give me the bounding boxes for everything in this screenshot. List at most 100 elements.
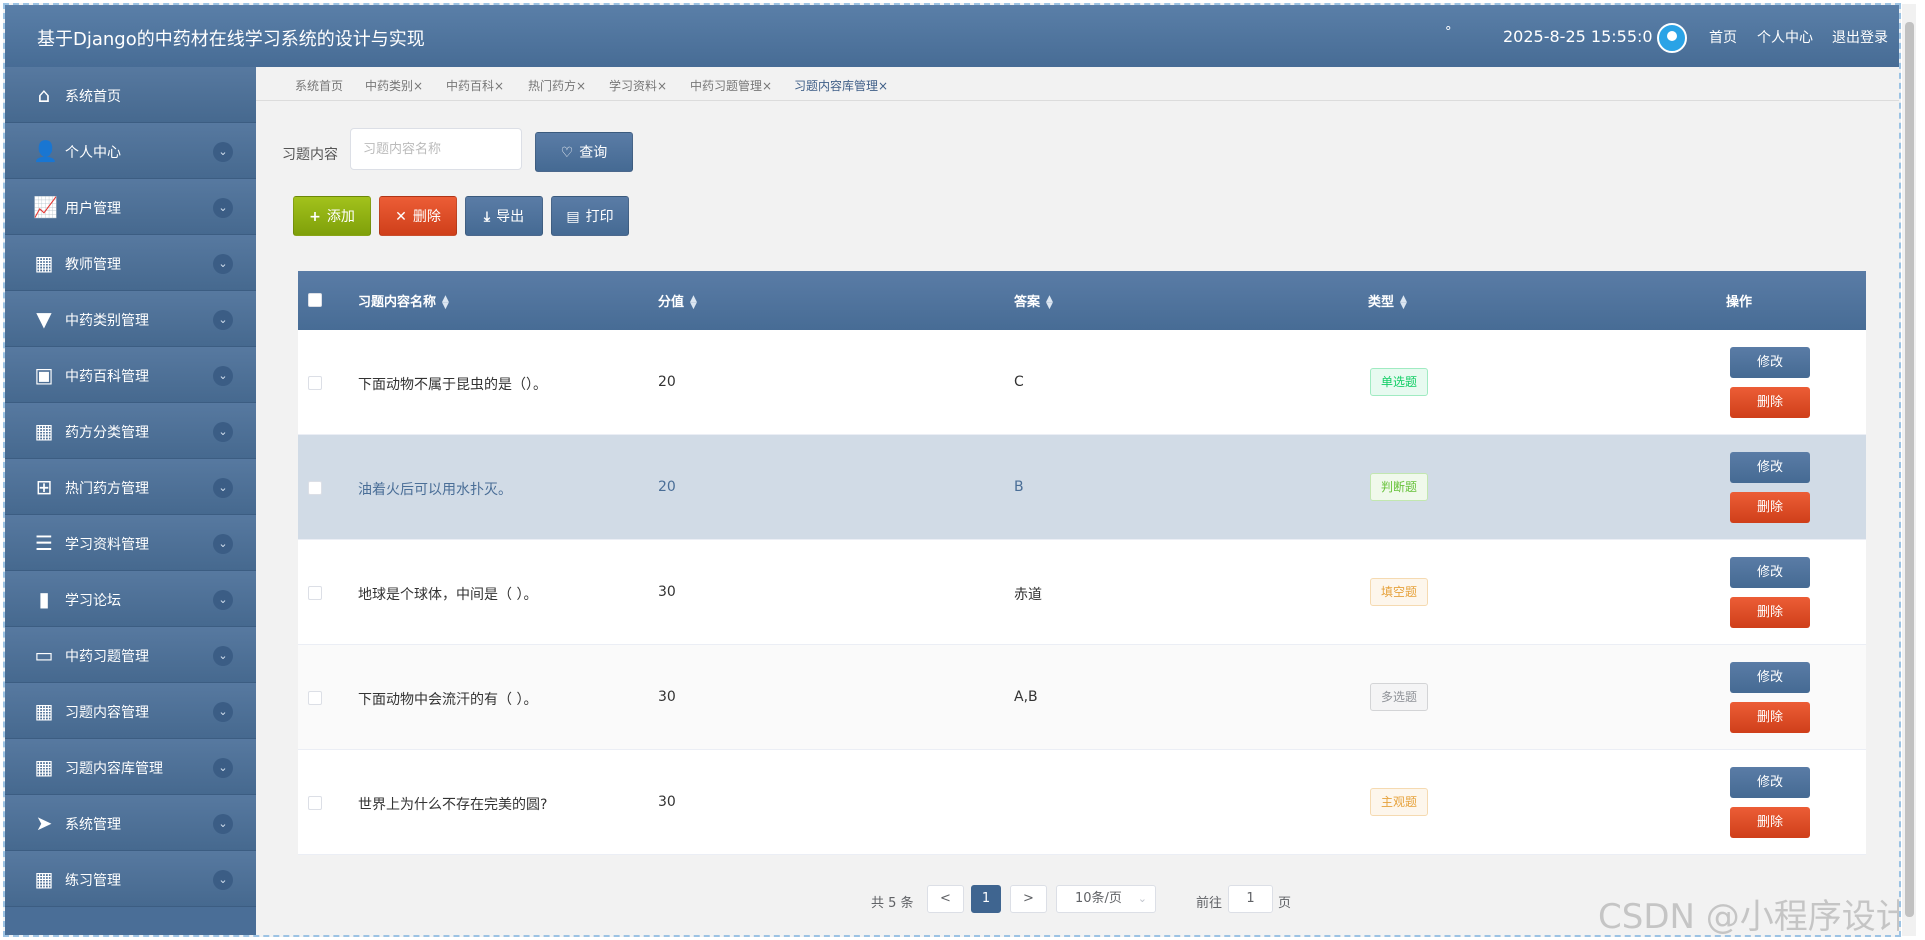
sidebar-item[interactable]: ▦ 习题内容库管理 ⌄: [5, 739, 256, 795]
edit-button[interactable]: 修改: [1730, 767, 1810, 798]
app-title: 基于Django的中药材在线学习系统的设计与实现: [37, 29, 425, 50]
delete-button[interactable]: ✕ 删除: [379, 196, 457, 236]
prev-page-button[interactable]: <: [927, 885, 964, 913]
goto-page-input[interactable]: 1: [1228, 885, 1273, 913]
row-checkbox[interactable]: [308, 481, 322, 495]
cell-name: 地球是个球体，中间是（ ）。: [358, 587, 538, 603]
row-delete-button[interactable]: 删除: [1730, 597, 1810, 628]
chevron-down-icon[interactable]: ⌄: [213, 646, 233, 666]
tab[interactable]: 学习资料×: [609, 77, 667, 94]
avatar[interactable]: [1657, 23, 1687, 53]
bar-chart-icon: ▮: [38, 587, 50, 611]
sort-icon[interactable]: ▲ ▼: [1046, 294, 1053, 310]
chevron-down-icon[interactable]: ⌄: [213, 758, 233, 778]
add-label: 添加: [326, 209, 355, 225]
close-icon[interactable]: ×: [657, 79, 667, 93]
sort-icon[interactable]: ▲ ▼: [1400, 294, 1407, 310]
export-button[interactable]: ⤓ 导出: [465, 196, 543, 236]
add-button[interactable]: + 添加: [293, 196, 371, 236]
row-delete-button[interactable]: 删除: [1730, 807, 1810, 838]
close-icon[interactable]: ×: [494, 79, 504, 93]
row-delete-button[interactable]: 删除: [1730, 387, 1810, 418]
sidebar-item[interactable]: ▦ 习题内容管理 ⌄: [5, 683, 256, 739]
sidebar-item[interactable]: ⌂ 系统首页: [5, 67, 256, 123]
tab[interactable]: 热门药方×: [528, 77, 586, 94]
sidebar-item[interactable]: ⊞ 热门药方管理 ⌄: [5, 459, 256, 515]
column-header-answer[interactable]: 答案 ▲ ▼: [1014, 291, 1053, 310]
profile-link[interactable]: 个人中心: [1757, 27, 1813, 47]
tab[interactable]: 中药百科×: [446, 77, 504, 94]
tab[interactable]: 系统首页: [295, 77, 343, 94]
row-checkbox[interactable]: [308, 376, 322, 390]
chevron-down-icon[interactable]: ⌄: [213, 870, 233, 890]
search-label: 习题内容: [282, 147, 338, 163]
sidebar-item[interactable]: ▦ 练习管理 ⌄: [5, 851, 256, 907]
query-button[interactable]: ♡ 查询: [535, 132, 633, 172]
close-icon[interactable]: ×: [762, 79, 772, 93]
chevron-down-icon[interactable]: ⌄: [213, 366, 233, 386]
sort-icon[interactable]: ▲ ▼: [690, 294, 697, 310]
sidebar-item-label: 习题内容管理: [65, 705, 149, 721]
search-input[interactable]: [350, 128, 522, 170]
chevron-down-icon[interactable]: ⌄: [213, 534, 233, 554]
scrollbar[interactable]: [1902, 4, 1916, 936]
sidebar-item[interactable]: 👤 个人中心 ⌄: [5, 123, 256, 179]
table-row[interactable]: 油着火后可以用水扑灭。 20 B 判断题 修改 删除: [298, 435, 1866, 540]
home-link[interactable]: 首页: [1709, 27, 1737, 47]
tab-label: 中药百科: [446, 79, 495, 93]
close-icon[interactable]: ×: [878, 79, 888, 93]
chevron-down-icon[interactable]: ⌄: [213, 310, 233, 330]
sort-icon[interactable]: ▲ ▼: [442, 294, 449, 310]
cell-answer: 赤道: [1014, 587, 1042, 603]
sidebar-item[interactable]: ▦ 药方分类管理 ⌄: [5, 403, 256, 459]
edit-button[interactable]: 修改: [1730, 557, 1810, 588]
select-all-checkbox[interactable]: [308, 293, 322, 307]
logout-link[interactable]: 退出登录: [1832, 27, 1888, 47]
sidebar-item[interactable]: ☰ 学习资料管理 ⌄: [5, 515, 256, 571]
edit-button[interactable]: 修改: [1730, 452, 1810, 483]
home-icon: ⌂: [37, 83, 51, 107]
row-checkbox[interactable]: [308, 796, 322, 810]
sidebar-item[interactable]: 📈 用户管理 ⌄: [5, 179, 256, 235]
sidebar: ⌂ 系统首页 👤 个人中心 ⌄ 📈 用户管理 ⌄ ▦ 教师管理 ⌄ ▼ 中药类别管理 ⌄ ▣ 中药百科管理 ⌄ ▦…: [5, 67, 256, 935]
chevron-down-icon[interactable]: ⌄: [213, 422, 233, 442]
table-row[interactable]: 下面动物不属于昆虫的是（）。 20 C 单选题 修改 删除: [298, 330, 1866, 435]
chevron-down-icon[interactable]: ⌄: [213, 702, 233, 722]
table-row[interactable]: 下面动物中会流汗的有（ ）。 30 A,B 多选题 修改 删除: [298, 645, 1866, 750]
tab[interactable]: 习题内容库管理×: [794, 77, 888, 94]
chevron-down-icon[interactable]: ⌄: [213, 590, 233, 610]
row-delete-button[interactable]: 删除: [1730, 492, 1810, 523]
sidebar-item[interactable]: ▦ 教师管理 ⌄: [5, 235, 256, 291]
edit-button[interactable]: 修改: [1730, 347, 1810, 378]
close-icon[interactable]: ×: [413, 79, 423, 93]
page-suffix: 页: [1278, 896, 1292, 911]
sidebar-item[interactable]: ▮ 学习论坛 ⌄: [5, 571, 256, 627]
scrollbar-thumb[interactable]: [1905, 22, 1914, 917]
chevron-down-icon[interactable]: ⌄: [213, 478, 233, 498]
chevron-down-icon[interactable]: ⌄: [213, 254, 233, 274]
column-header-type[interactable]: 类型 ▲ ▼: [1368, 291, 1407, 310]
row-checkbox[interactable]: [308, 586, 322, 600]
chevron-down-icon[interactable]: ⌄: [213, 814, 233, 834]
sidebar-item[interactable]: ▼ 中药类别管理 ⌄: [5, 291, 256, 347]
row-delete-button[interactable]: 删除: [1730, 702, 1810, 733]
sidebar-item[interactable]: ▣ 中药百科管理 ⌄: [5, 347, 256, 403]
column-header-score[interactable]: 分值 ▲ ▼: [658, 291, 697, 310]
table-row[interactable]: 地球是个球体，中间是（ ）。 30 赤道 填空题 修改 删除: [298, 540, 1866, 645]
sidebar-item[interactable]: ▭ 中药习题管理 ⌄: [5, 627, 256, 683]
cell-score: 30: [658, 584, 676, 600]
row-checkbox[interactable]: [308, 691, 322, 705]
print-button[interactable]: ▤ 打印: [551, 196, 629, 236]
close-icon[interactable]: ×: [576, 79, 586, 93]
page-1-button[interactable]: 1: [971, 885, 1001, 913]
next-page-button[interactable]: >: [1010, 885, 1047, 913]
chevron-down-icon[interactable]: ⌄: [213, 198, 233, 218]
chevron-down-icon[interactable]: ⌄: [213, 142, 233, 162]
edit-button[interactable]: 修改: [1730, 662, 1810, 693]
tab[interactable]: 中药习题管理×: [690, 77, 772, 94]
page-size-select[interactable]: 10条/页 ⌄: [1056, 885, 1156, 913]
tab[interactable]: 中药类别×: [365, 77, 423, 94]
sidebar-item[interactable]: ➤ 系统管理 ⌄: [5, 795, 256, 851]
table-row[interactable]: 世界上为什么不存在完美的圆? 30 主观题 修改 删除: [298, 750, 1866, 855]
column-header-name[interactable]: 习题内容名称 ▲ ▼: [358, 291, 449, 310]
